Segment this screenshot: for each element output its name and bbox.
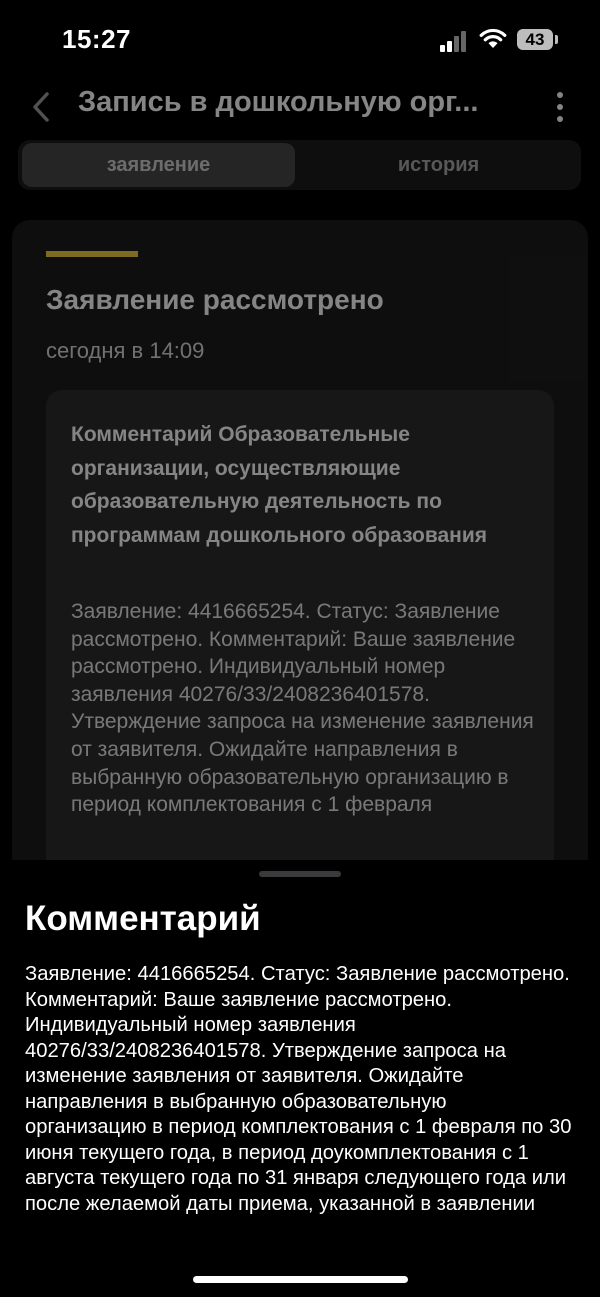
status-timestamp: сегодня в 14:09: [46, 338, 205, 363]
battery-tip: [555, 35, 558, 44]
comment-heading: Комментарий Образовательные организации,…: [71, 423, 487, 547]
sheet-comment-text: Заявление: 4416665254. Статус: Заявление…: [25, 963, 572, 1215]
status-title: Заявление рассмотрено: [46, 284, 384, 315]
accent-bar: [46, 251, 138, 257]
tab-application[interactable]: заявление: [22, 143, 295, 187]
page-title: Запись в дошкольную орг...: [78, 86, 479, 118]
more-vertical-icon[interactable]: [552, 92, 568, 122]
segmented-tabs: заявление история: [18, 140, 581, 190]
battery-icon: 43: [517, 29, 553, 50]
status-time: 15:27: [62, 24, 131, 54]
home-indicator[interactable]: [193, 1276, 408, 1283]
comment-preview: Заявление: 4416665254. Статус: Заявление…: [71, 600, 534, 817]
tab-history[interactable]: история: [300, 143, 577, 187]
comment-card[interactable]: Комментарий Образовательные организации,…: [46, 390, 554, 910]
cellular-signal-icon: [440, 30, 468, 52]
battery-level: 43: [525, 30, 545, 49]
comment-bottom-sheet: Комментарий Заявление: 4416665254. Стату…: [0, 860, 600, 1297]
status-card: Заявление рассмотрено сегодня в 14:09 Ко…: [12, 220, 588, 920]
wifi-icon: [479, 28, 507, 48]
status-bar: 15:27 43: [0, 0, 600, 80]
back-arrow-icon[interactable]: [28, 90, 56, 124]
sheet-title: Комментарий: [25, 899, 261, 938]
sheet-grabber-handle[interactable]: [259, 871, 341, 877]
